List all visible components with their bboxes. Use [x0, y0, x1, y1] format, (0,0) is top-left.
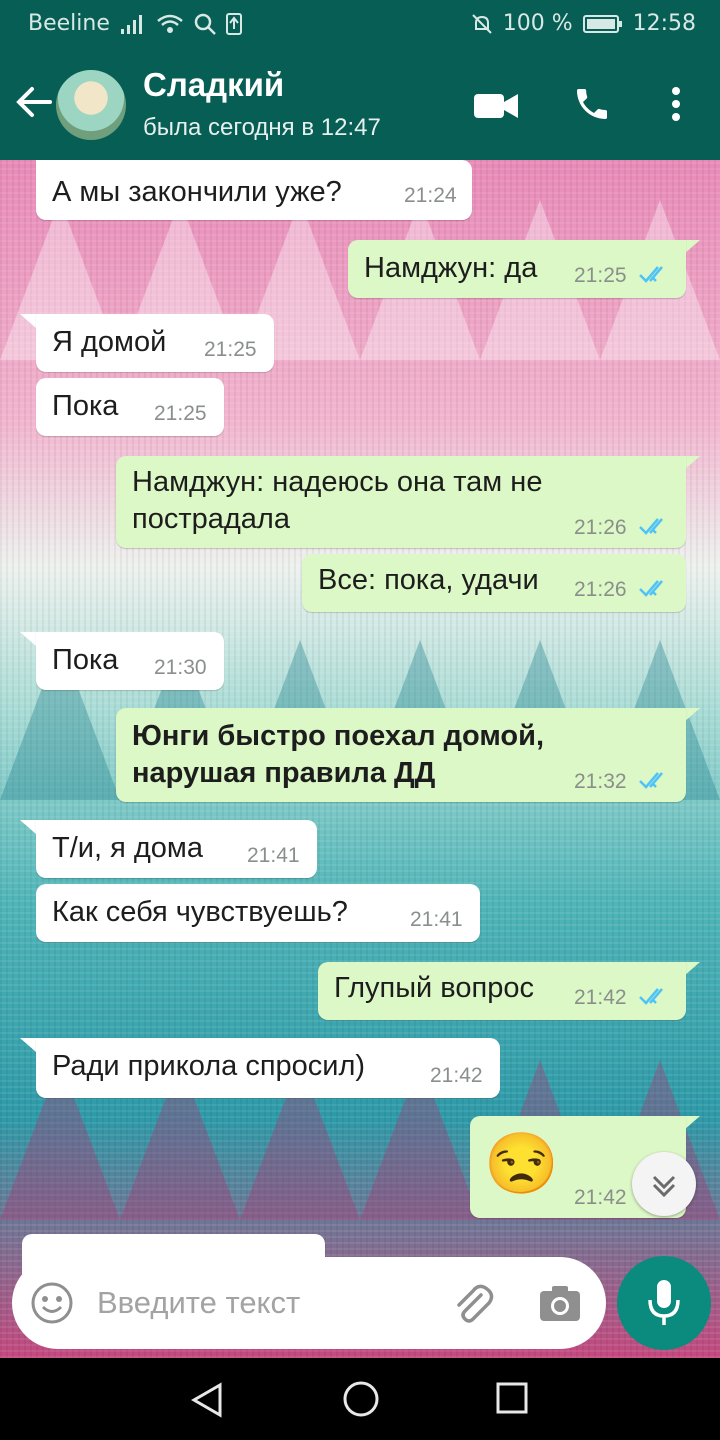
bubble-tail	[684, 962, 700, 976]
message-incoming[interactable]: Пока 21:25	[36, 378, 224, 436]
last-seen: была сегодня в 12:47	[143, 114, 381, 141]
message-text: А мы закончили уже?	[52, 176, 342, 208]
message-text: Я домой	[52, 326, 167, 358]
message-text: Т/и, я дома	[52, 832, 203, 864]
message-time: 21:41	[247, 844, 300, 867]
message-text: Юнги быстро поехал домой, нарушая правил…	[132, 720, 545, 789]
emoji-message: 😒	[484, 1130, 559, 1197]
message-time: 21:26	[574, 578, 627, 601]
battery-icon	[582, 14, 622, 33]
read-ticks-icon	[639, 988, 663, 1005]
message-time: 21:25	[154, 402, 207, 425]
message-incoming[interactable]: Пока 21:30	[36, 632, 224, 690]
voice-record-button[interactable]	[617, 1256, 711, 1350]
bubble-tail	[684, 456, 700, 470]
message-time: 21:42	[574, 986, 627, 1009]
message-time: 21:42	[430, 1064, 483, 1087]
bubble-tail	[20, 314, 36, 328]
message-text: Пока	[52, 644, 119, 676]
message-time: 21:30	[154, 656, 207, 679]
message-outgoing[interactable]: Юнги быстро поехал домой, нарушая правил…	[116, 708, 686, 802]
more-options-icon[interactable]	[668, 86, 684, 122]
message-time: 21:41	[410, 908, 463, 931]
message-text: Намджун: надеюсь она там не пострадала	[132, 466, 543, 535]
bubble-tail	[20, 632, 36, 646]
message-text: Глупый вопрос	[334, 972, 534, 1004]
phone-icon[interactable]	[572, 84, 612, 124]
message-text: Все: пока, удачи	[318, 564, 539, 596]
message-input-bar[interactable]: Введите текст	[12, 1257, 606, 1349]
message-outgoing[interactable]: Глупый вопрос 21:42	[318, 962, 686, 1020]
read-ticks-icon	[639, 580, 663, 597]
carrier-label: Beeline	[28, 11, 110, 36]
read-ticks-icon	[639, 772, 663, 789]
message-time: 21:26	[574, 516, 627, 539]
message-incoming[interactable]: Ради прикола спросил) 21:42	[36, 1038, 500, 1098]
message-incoming[interactable]: А мы закончили уже? 21:24	[36, 160, 472, 220]
mute-bell-icon	[471, 13, 492, 34]
bubble-tail	[20, 1038, 36, 1052]
message-time: 21:42	[574, 1186, 627, 1209]
nav-back-icon[interactable]	[190, 1382, 224, 1418]
message-text: Ради прикола спросил)	[52, 1050, 366, 1082]
contact-name[interactable]: Сладкий	[143, 66, 284, 104]
bubble-tail	[684, 708, 700, 722]
scroll-to-bottom-button[interactable]	[632, 1152, 696, 1216]
message-incoming[interactable]: Как себя чувствуешь? 21:41	[36, 884, 480, 942]
chat-header: Сладкий была сегодня в 12:47	[0, 48, 720, 160]
emoji-icon[interactable]	[30, 1281, 74, 1325]
read-ticks-icon	[639, 266, 663, 283]
search-icon	[194, 13, 216, 35]
wifi-icon	[157, 14, 183, 33]
message-time: 21:25	[204, 338, 257, 361]
read-ticks-icon	[639, 518, 663, 535]
message-outgoing[interactable]: Намджун: надеюсь она там не пострадала 2…	[116, 456, 686, 548]
nav-recents-icon[interactable]	[496, 1382, 528, 1414]
message-incoming[interactable]: Я домой 21:25	[36, 314, 274, 372]
nav-home-icon[interactable]	[342, 1380, 380, 1418]
clock: 12:58	[632, 11, 696, 36]
signal-icon	[120, 14, 142, 34]
message-input[interactable]: Введите текст	[97, 1285, 300, 1321]
message-time: 21:24	[404, 184, 457, 207]
message-text: Пока	[52, 390, 119, 422]
status-bar: Beeline 100 % 12:58	[0, 0, 720, 48]
message-outgoing[interactable]: Все: пока, удачи 21:26	[302, 554, 686, 612]
microphone-icon	[648, 1280, 680, 1325]
attach-icon[interactable]	[449, 1281, 495, 1327]
camera-icon[interactable]	[538, 1283, 582, 1323]
chevron-down-icon	[652, 1175, 676, 1198]
message-outgoing[interactable]: Намджун: да 21:25	[348, 240, 686, 298]
message-incoming[interactable]: Т/и, я дома 21:41	[36, 820, 317, 878]
upload-icon	[225, 12, 242, 35]
message-text: Как себя чувствуешь?	[52, 896, 348, 928]
system-nav-bar	[0, 1358, 720, 1440]
bubble-tail	[20, 820, 36, 834]
back-arrow-icon[interactable]	[14, 82, 54, 122]
message-text: Намджун: да	[364, 252, 538, 284]
bubble-tail	[684, 240, 700, 254]
battery-percent: 100 %	[502, 11, 573, 36]
video-call-icon[interactable]	[474, 92, 518, 120]
avatar[interactable]	[56, 70, 126, 140]
bubble-tail	[684, 1116, 700, 1130]
message-time: 21:25	[574, 264, 627, 287]
message-time: 21:32	[574, 770, 627, 793]
chat-area[interactable]: А мы закончили уже? 21:24 Намджун: да 21…	[0, 160, 720, 1358]
